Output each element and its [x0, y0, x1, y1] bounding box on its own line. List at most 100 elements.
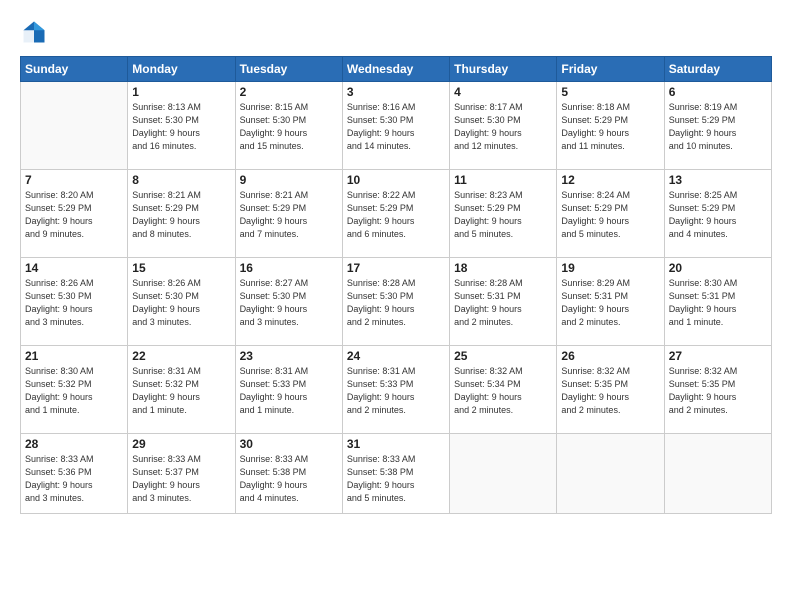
- day-number: 8: [132, 173, 230, 187]
- day-number: 4: [454, 85, 552, 99]
- day-cell: 21 Sunrise: 8:30 AM Sunset: 5:32 PM Dayli…: [21, 346, 128, 434]
- day-number: 20: [669, 261, 767, 275]
- header-row: SundayMondayTuesdayWednesdayThursdayFrid…: [21, 57, 772, 82]
- day-cell: 9Sunrise: 8:21 AM Sunset: 5:29 PM Daylig…: [235, 170, 342, 258]
- day-info: Sunrise: 8:26 AM Sunset: 5:30 PM Dayligh…: [132, 277, 230, 329]
- day-header-tuesday: Tuesday: [235, 57, 342, 82]
- day-cell: 17 Sunrise: 8:28 AM Sunset: 5:30 PM Dayli…: [342, 258, 449, 346]
- page: SundayMondayTuesdayWednesdayThursdayFrid…: [0, 0, 792, 612]
- day-number: 11: [454, 173, 552, 187]
- day-cell: 4Sunrise: 8:17 AM Sunset: 5:30 PM Daylig…: [450, 82, 557, 170]
- day-info: Sunrise: 8:22 AM Sunset: 5:29 PM Dayligh…: [347, 189, 445, 241]
- day-number: 12: [561, 173, 659, 187]
- day-cell: 18 Sunrise: 8:28 AM Sunset: 5:31 PM Dayli…: [450, 258, 557, 346]
- day-info: Sunrise: 8:27 AM Sunset: 5:30 PM Dayligh…: [240, 277, 338, 329]
- day-info: Sunrise: 8:21 AM Sunset: 5:29 PM Dayligh…: [132, 189, 230, 241]
- day-number: 21: [25, 349, 123, 363]
- day-info: Sunrise: 8:21 AM Sunset: 5:29 PM Dayligh…: [240, 189, 338, 241]
- day-cell: 6Sunrise: 8:19 AM Sunset: 5:29 PM Daylig…: [664, 82, 771, 170]
- day-number: 23: [240, 349, 338, 363]
- day-info: Sunrise: 8:31 AM Sunset: 5:33 PM Dayligh…: [347, 365, 445, 417]
- day-info: Sunrise: 8:30 AM Sunset: 5:32 PM Dayligh…: [25, 365, 123, 417]
- day-number: 16: [240, 261, 338, 275]
- day-number: 25: [454, 349, 552, 363]
- day-cell: 15 Sunrise: 8:26 AM Sunset: 5:30 PM Dayli…: [128, 258, 235, 346]
- day-number: 22: [132, 349, 230, 363]
- day-number: 13: [669, 173, 767, 187]
- day-number: 7: [25, 173, 123, 187]
- day-info: Sunrise: 8:33 AM Sunset: 5:38 PM Dayligh…: [240, 453, 338, 505]
- day-cell: 27 Sunrise: 8:32 AM Sunset: 5:35 PM Dayli…: [664, 346, 771, 434]
- day-cell: 10 Sunrise: 8:22 AM Sunset: 5:29 PM Dayli…: [342, 170, 449, 258]
- day-cell: [21, 82, 128, 170]
- day-cell: 19 Sunrise: 8:29 AM Sunset: 5:31 PM Dayli…: [557, 258, 664, 346]
- day-header-monday: Monday: [128, 57, 235, 82]
- day-number: 17: [347, 261, 445, 275]
- day-number: 19: [561, 261, 659, 275]
- day-cell: [450, 434, 557, 514]
- day-number: 27: [669, 349, 767, 363]
- week-row-2: 7 Sunrise: 8:20 AM Sunset: 5:29 PM Daylig…: [21, 170, 772, 258]
- day-number: 14: [25, 261, 123, 275]
- day-cell: [664, 434, 771, 514]
- day-number: 18: [454, 261, 552, 275]
- day-number: 3: [347, 85, 445, 99]
- day-info: Sunrise: 8:26 AM Sunset: 5:30 PM Dayligh…: [25, 277, 123, 329]
- day-number: 28: [25, 437, 123, 451]
- day-info: Sunrise: 8:32 AM Sunset: 5:35 PM Dayligh…: [669, 365, 767, 417]
- day-info: Sunrise: 8:32 AM Sunset: 5:34 PM Dayligh…: [454, 365, 552, 417]
- day-cell: 11 Sunrise: 8:23 AM Sunset: 5:29 PM Dayli…: [450, 170, 557, 258]
- day-number: 10: [347, 173, 445, 187]
- day-info: Sunrise: 8:33 AM Sunset: 5:36 PM Dayligh…: [25, 453, 123, 505]
- day-info: Sunrise: 8:28 AM Sunset: 5:30 PM Dayligh…: [347, 277, 445, 329]
- day-cell: 24 Sunrise: 8:31 AM Sunset: 5:33 PM Dayli…: [342, 346, 449, 434]
- day-info: Sunrise: 8:20 AM Sunset: 5:29 PM Dayligh…: [25, 189, 123, 241]
- day-cell: 7 Sunrise: 8:20 AM Sunset: 5:29 PM Daylig…: [21, 170, 128, 258]
- day-info: Sunrise: 8:24 AM Sunset: 5:29 PM Dayligh…: [561, 189, 659, 241]
- day-cell: [557, 434, 664, 514]
- week-row-3: 14 Sunrise: 8:26 AM Sunset: 5:30 PM Dayli…: [21, 258, 772, 346]
- day-header-thursday: Thursday: [450, 57, 557, 82]
- day-number: 24: [347, 349, 445, 363]
- day-cell: 13 Sunrise: 8:25 AM Sunset: 5:29 PM Dayli…: [664, 170, 771, 258]
- day-info: Sunrise: 8:32 AM Sunset: 5:35 PM Dayligh…: [561, 365, 659, 417]
- day-info: Sunrise: 8:29 AM Sunset: 5:31 PM Dayligh…: [561, 277, 659, 329]
- day-info: Sunrise: 8:33 AM Sunset: 5:37 PM Dayligh…: [132, 453, 230, 505]
- day-info: Sunrise: 8:13 AM Sunset: 5:30 PM Dayligh…: [132, 101, 230, 153]
- day-cell: 3Sunrise: 8:16 AM Sunset: 5:30 PM Daylig…: [342, 82, 449, 170]
- day-info: Sunrise: 8:18 AM Sunset: 5:29 PM Dayligh…: [561, 101, 659, 153]
- day-number: 30: [240, 437, 338, 451]
- day-cell: 2 Sunrise: 8:15 AM Sunset: 5:30 PM Daylig…: [235, 82, 342, 170]
- header: [20, 18, 772, 46]
- day-header-saturday: Saturday: [664, 57, 771, 82]
- day-cell: 14 Sunrise: 8:26 AM Sunset: 5:30 PM Dayli…: [21, 258, 128, 346]
- day-cell: 30 Sunrise: 8:33 AM Sunset: 5:38 PM Dayli…: [235, 434, 342, 514]
- day-info: Sunrise: 8:23 AM Sunset: 5:29 PM Dayligh…: [454, 189, 552, 241]
- day-info: Sunrise: 8:19 AM Sunset: 5:29 PM Dayligh…: [669, 101, 767, 153]
- day-number: 2: [240, 85, 338, 99]
- day-cell: 5Sunrise: 8:18 AM Sunset: 5:29 PM Daylig…: [557, 82, 664, 170]
- day-info: Sunrise: 8:25 AM Sunset: 5:29 PM Dayligh…: [669, 189, 767, 241]
- day-cell: 26 Sunrise: 8:32 AM Sunset: 5:35 PM Dayli…: [557, 346, 664, 434]
- day-info: Sunrise: 8:31 AM Sunset: 5:33 PM Dayligh…: [240, 365, 338, 417]
- day-info: Sunrise: 8:15 AM Sunset: 5:30 PM Dayligh…: [240, 101, 338, 153]
- day-cell: 8 Sunrise: 8:21 AM Sunset: 5:29 PM Daylig…: [128, 170, 235, 258]
- day-cell: 16 Sunrise: 8:27 AM Sunset: 5:30 PM Dayli…: [235, 258, 342, 346]
- day-header-sunday: Sunday: [21, 57, 128, 82]
- day-info: Sunrise: 8:28 AM Sunset: 5:31 PM Dayligh…: [454, 277, 552, 329]
- day-info: Sunrise: 8:31 AM Sunset: 5:32 PM Dayligh…: [132, 365, 230, 417]
- day-info: Sunrise: 8:33 AM Sunset: 5:38 PM Dayligh…: [347, 453, 445, 505]
- day-number: 26: [561, 349, 659, 363]
- week-row-1: 1 Sunrise: 8:13 AM Sunset: 5:30 PM Daylig…: [21, 82, 772, 170]
- day-cell: 31Sunrise: 8:33 AM Sunset: 5:38 PM Dayli…: [342, 434, 449, 514]
- logo: [20, 18, 52, 46]
- day-cell: 25 Sunrise: 8:32 AM Sunset: 5:34 PM Dayli…: [450, 346, 557, 434]
- day-header-friday: Friday: [557, 57, 664, 82]
- day-info: Sunrise: 8:30 AM Sunset: 5:31 PM Dayligh…: [669, 277, 767, 329]
- day-cell: 22 Sunrise: 8:31 AM Sunset: 5:32 PM Dayli…: [128, 346, 235, 434]
- day-number: 15: [132, 261, 230, 275]
- day-cell: 29Sunrise: 8:33 AM Sunset: 5:37 PM Dayli…: [128, 434, 235, 514]
- day-number: 1: [132, 85, 230, 99]
- day-header-wednesday: Wednesday: [342, 57, 449, 82]
- day-cell: 20 Sunrise: 8:30 AM Sunset: 5:31 PM Dayli…: [664, 258, 771, 346]
